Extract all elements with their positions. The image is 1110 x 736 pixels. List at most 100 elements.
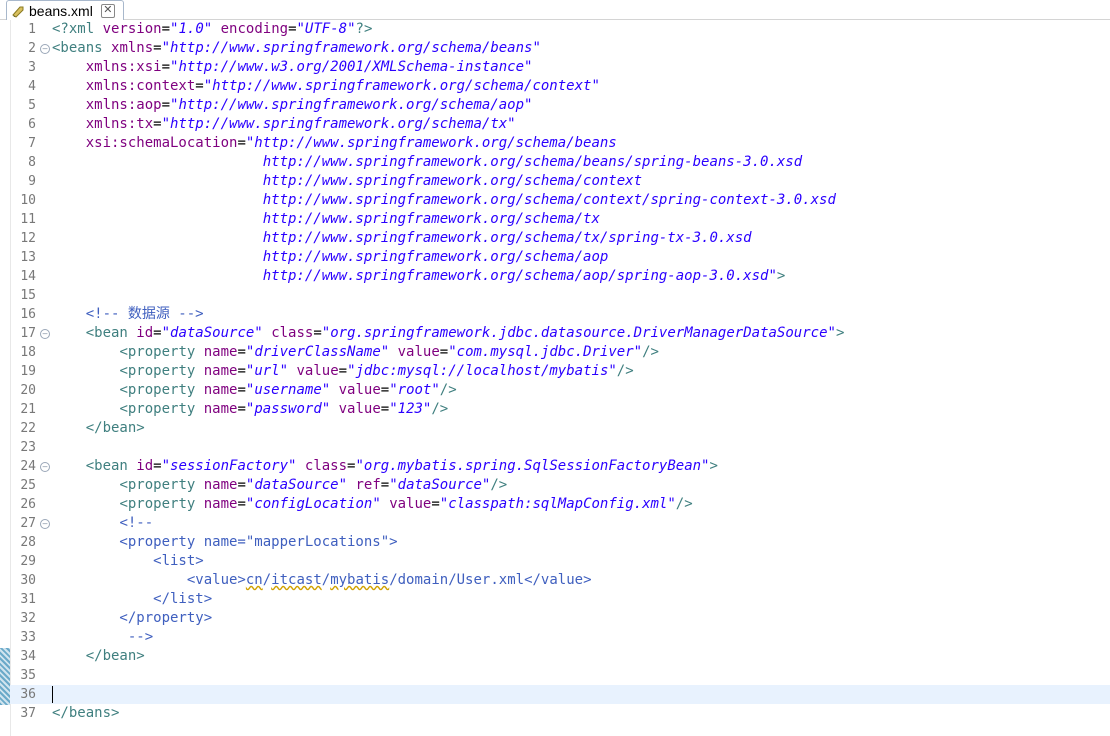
token-attr: id xyxy=(136,458,154,474)
code-text: <list> xyxy=(52,552,204,571)
token-val: "dataSource" xyxy=(161,325,263,341)
token-tag: <property xyxy=(119,382,204,398)
code-line[interactable]: 8 http://www.springframework.org/schema/… xyxy=(10,153,1110,172)
code-line[interactable]: 2– <beans xmlns="http://www.springframewo… xyxy=(10,39,1110,58)
token-com: <property name="mapperLocations"> xyxy=(52,534,398,550)
code-line[interactable]: 27– <!-- xyxy=(10,514,1110,533)
code-line[interactable]: 25 <property name="dataSource" ref="data… xyxy=(10,476,1110,495)
code-text: http://www.springframework.org/schema/ao… xyxy=(52,248,609,267)
token-com: <!-- 数据源 --> xyxy=(85,306,204,322)
token-attr: name xyxy=(203,477,238,493)
code-line[interactable]: 6 xmlns:tx="http://www.springframework.o… xyxy=(10,115,1110,134)
token-txt: = xyxy=(380,382,390,398)
code-line[interactable]: 28 <property name="mapperLocations"> xyxy=(10,533,1110,552)
code-text: <!-- 数据源 --> xyxy=(52,305,204,324)
token-txt: = xyxy=(153,458,162,474)
code-line[interactable]: 34 </bean> xyxy=(10,647,1110,666)
fold-toggle-icon[interactable]: – xyxy=(40,44,50,54)
close-icon[interactable]: ✕ xyxy=(100,3,115,18)
code-line[interactable]: 12 http://www.springframework.org/schema… xyxy=(10,229,1110,248)
code-line[interactable]: 33 --> xyxy=(10,628,1110,647)
token-tag: <bean xyxy=(85,458,137,474)
line-number: 24 xyxy=(20,459,36,474)
token-val: "sessionFactory" xyxy=(161,458,297,474)
code-line[interactable]: 32 </property> xyxy=(10,609,1110,628)
tab-beans-xml[interactable]: beans.xml ✕ xyxy=(6,0,124,20)
token-com: --> xyxy=(52,629,154,645)
token-attr: name xyxy=(203,363,238,379)
token-val: "com.mysql.jdbc.Driver" xyxy=(448,344,643,360)
line-number: 5 xyxy=(28,98,36,113)
code-text: --> xyxy=(52,628,153,647)
line-number: 31 xyxy=(20,592,36,607)
code-line[interactable]: 31 </list> xyxy=(10,590,1110,609)
code-line[interactable]: 15 xyxy=(10,286,1110,305)
code-line[interactable]: 19 <property name="url" value="jdbc:mysq… xyxy=(10,362,1110,381)
code-line[interactable]: 26 <property name="configLocation" value… xyxy=(10,495,1110,514)
token-com: <list> xyxy=(52,553,204,569)
token-attr: name xyxy=(203,382,238,398)
code-text: </bean> xyxy=(52,647,145,666)
line-number: 4 xyxy=(28,79,36,94)
code-line[interactable]: 36 xyxy=(10,685,1110,704)
code-line[interactable]: 22 </bean> xyxy=(10,419,1110,438)
token-attr: name xyxy=(203,401,238,417)
code-line[interactable]: 13 http://www.springframework.org/schema… xyxy=(10,248,1110,267)
token-val: http://www.springframework.org/schema/tx xyxy=(262,211,600,227)
code-text: xmlns:xsi="http://www.w3.org/2001/XMLSch… xyxy=(52,58,533,77)
line-number: 36 xyxy=(20,687,36,702)
tab-title: beans.xml xyxy=(29,2,93,19)
code-text: <property name="username" value="root"/> xyxy=(52,381,456,400)
token-val: "password" xyxy=(245,401,331,417)
token-txt: = xyxy=(237,363,246,379)
code-line[interactable]: 24– <bean id="sessionFactory" class="org… xyxy=(10,457,1110,476)
token-com: / xyxy=(262,572,272,588)
fold-toggle-icon[interactable]: – xyxy=(40,329,50,339)
code-text: <!-- xyxy=(52,514,153,533)
line-number: 12 xyxy=(20,231,36,246)
token-txt: = xyxy=(237,401,246,417)
token-val: "url" xyxy=(245,363,289,379)
code-line[interactable]: 9 http://www.springframework.org/schema/… xyxy=(10,172,1110,191)
token-txt: = xyxy=(380,401,390,417)
code-line[interactable]: 3 xmlns:xsi="http://www.w3.org/2001/XMLS… xyxy=(10,58,1110,77)
code-line[interactable]: 11 http://www.springframework.org/schema… xyxy=(10,210,1110,229)
token-val: http://www.springframework.org/schema/ao… xyxy=(262,249,609,265)
line-number: 8 xyxy=(28,155,36,170)
code-line[interactable]: 10 http://www.springframework.org/schema… xyxy=(10,191,1110,210)
token-txt: = xyxy=(237,382,246,398)
code-line[interactable]: 7 xsi:schemaLocation="http://www.springf… xyxy=(10,134,1110,153)
code-line[interactable]: 18 <property name="driverClassName" valu… xyxy=(10,343,1110,362)
token-val: "http://www.springframework.org/schema/b… xyxy=(245,135,617,151)
token-tag: /> xyxy=(431,401,449,417)
token-tag: </bean> xyxy=(85,648,145,664)
code-editor[interactable]: 1 <?xml version="1.0" encoding="UTF-8"?> 2… xyxy=(10,20,1110,736)
text-cursor xyxy=(52,686,53,703)
token-txt: = xyxy=(161,97,171,113)
code-line[interactable]: 35 xyxy=(10,666,1110,685)
code-line[interactable]: 5 xmlns:aop="http://www.springframework.… xyxy=(10,96,1110,115)
code-line[interactable]: 30 <value>cn/itcast/mybatis/domain/User.… xyxy=(10,571,1110,590)
code-line[interactable]: 37 </beans> xyxy=(10,704,1110,723)
code-line[interactable]: 17– <bean id="dataSource" class="org.spr… xyxy=(10,324,1110,343)
line-number: 23 xyxy=(20,440,36,455)
line-number: 11 xyxy=(20,212,36,227)
code-line[interactable]: 21 <property name="password" value="123"… xyxy=(10,400,1110,419)
code-line[interactable]: 1 <?xml version="1.0" encoding="UTF-8"?> xyxy=(10,20,1110,39)
fold-toggle-icon[interactable]: – xyxy=(40,462,50,472)
code-line[interactable]: 16 <!-- 数据源 --> xyxy=(10,305,1110,324)
token-val: "http://www.springframework.org/schema/b… xyxy=(161,40,541,56)
code-line[interactable]: 20 <property name="username" value="root… xyxy=(10,381,1110,400)
code-line[interactable]: 23 xyxy=(10,438,1110,457)
code-line[interactable]: 29 <list> xyxy=(10,552,1110,571)
code-line[interactable]: 4 xmlns:context="http://www.springframew… xyxy=(10,77,1110,96)
token-tag: <beans xyxy=(52,40,112,56)
line-number: 13 xyxy=(20,250,36,265)
code-line[interactable]: 14 http://www.springframework.org/schema… xyxy=(10,267,1110,286)
fold-toggle-icon[interactable]: – xyxy=(40,519,50,529)
